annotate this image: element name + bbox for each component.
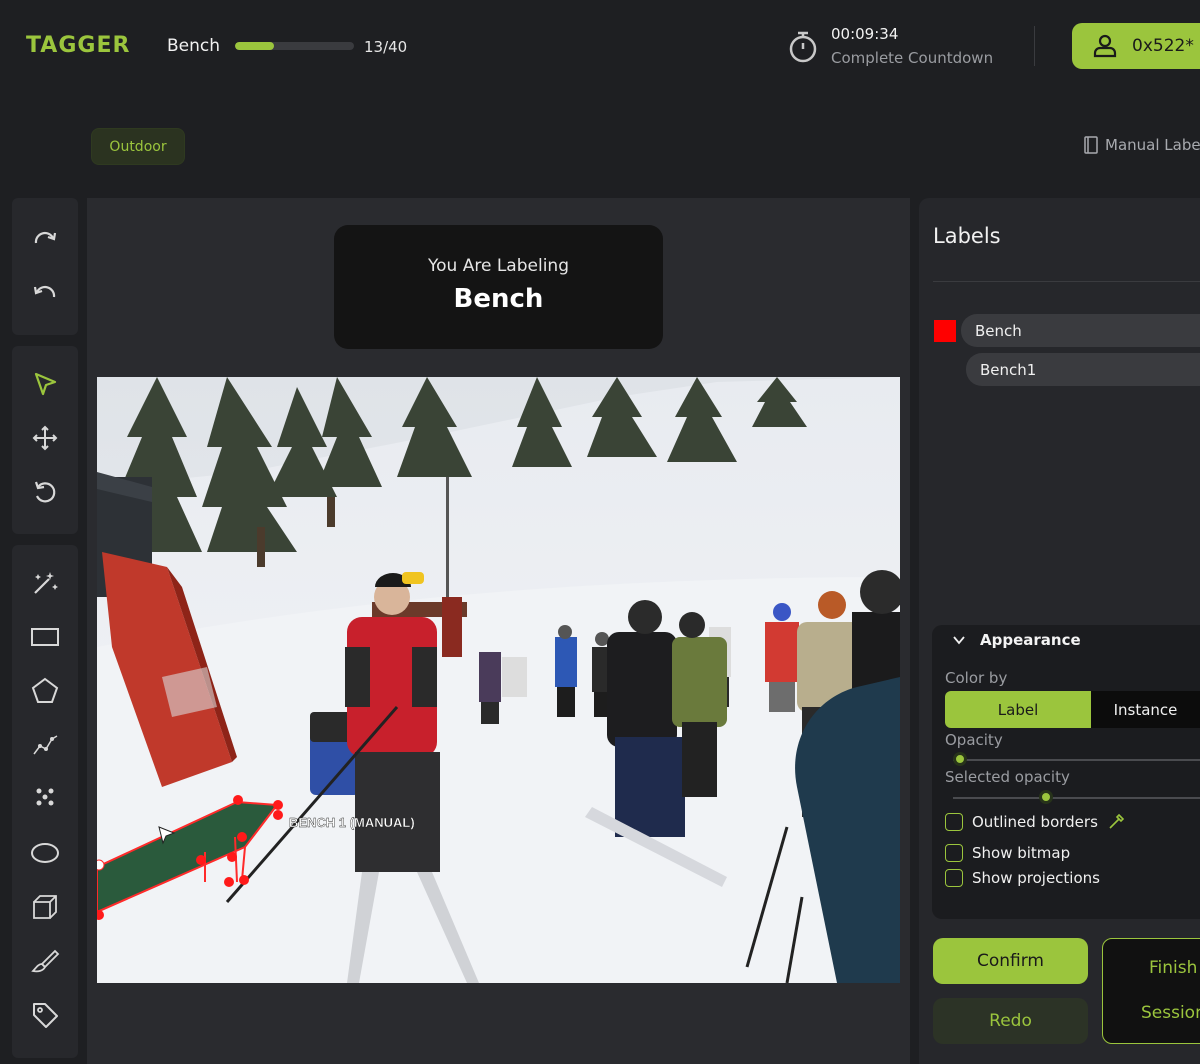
move-icon [32,425,58,451]
show-bitmap-checkbox[interactable] [945,844,963,862]
points-tool[interactable] [29,781,61,813]
opacity-slider[interactable] [953,759,1200,761]
brush-icon [31,949,60,973]
chevron-down-icon[interactable] [952,633,966,647]
appearance-title: Appearance [980,631,1081,649]
outlined-borders-option[interactable]: Outlined borders [945,813,1125,831]
polygon-tool[interactable] [29,675,61,707]
color-picker-icon[interactable] [1107,813,1125,831]
label-item-bench[interactable]: Bench [961,314,1200,347]
finish-label-line1: Finish [1149,958,1198,978]
project-name: Bench [167,36,221,56]
color-by-label-option[interactable]: Label [945,691,1091,728]
progress-bar [235,42,354,50]
progress-fill [235,42,274,50]
stopwatch-icon [789,31,817,63]
select-tools [12,346,78,534]
timer-value: 00:09:34 [831,25,899,43]
timer-label: Complete Countdown [831,49,994,67]
tag-icon [33,1003,58,1028]
magic-wand-tool[interactable] [29,567,61,599]
selected-opacity-slider[interactable] [953,797,1200,799]
redo-icon [34,231,57,244]
progress-count: 13/40 [364,38,408,56]
labeling-card: You Are Labeling Bench [334,225,663,349]
show-projections-option[interactable]: Show projections [945,869,1100,887]
ellipse-tool[interactable] [29,837,61,869]
label-color-swatch[interactable] [934,320,956,342]
rotate-tool[interactable] [29,476,61,508]
polyline-tool[interactable] [29,729,61,761]
select-tool[interactable] [29,368,61,400]
tag-tool[interactable] [29,999,61,1031]
points-icon [36,788,54,806]
move-tool[interactable] [29,422,61,454]
color-by-instance-option[interactable]: Instance [1091,691,1200,728]
manual-label-link[interactable]: Manual Label [1083,136,1200,154]
book-icon [1084,136,1098,154]
label-item-bench1[interactable]: Bench1 [966,353,1200,386]
polygon-icon [31,677,59,703]
undo-tool[interactable] [29,276,61,308]
confirm-button[interactable]: Confirm [933,938,1088,984]
labeling-name: Bench [453,284,544,314]
category-chip[interactable]: Outdoor [91,128,185,165]
draw-tools [12,545,78,1058]
rectangle-tool[interactable] [29,621,61,653]
redo-tool[interactable] [29,222,61,254]
color-by-label: Color by [945,669,1008,687]
labels-divider [933,281,1200,282]
magic-wand-icon [34,572,58,594]
finish-label-line2: Session [1141,1003,1200,1023]
manual-label-text: Manual Label [1105,136,1200,154]
annotation-label: BENCH 1 (MANUAL) [289,815,415,830]
app-logo: TAGGER [26,33,131,58]
outlined-borders-label: Outlined borders [972,813,1098,831]
rotate-icon [34,481,56,503]
user-icon [1093,34,1117,58]
undo-icon [33,285,56,298]
show-bitmap-label: Show bitmap [972,844,1071,862]
show-projections-checkbox[interactable] [945,869,963,887]
header-divider [1034,26,1035,66]
outlined-borders-checkbox[interactable] [945,813,963,831]
cuboid-tool[interactable] [29,891,61,923]
user-id: 0x522* [1132,36,1194,56]
select-arrow-icon [34,372,57,396]
show-projections-label: Show projections [972,869,1100,887]
brush-tool[interactable] [29,945,61,977]
rectangle-icon [31,628,59,646]
user-button[interactable]: 0x522* [1072,23,1200,69]
cuboid-icon [33,895,57,919]
opacity-slider-handle[interactable] [953,752,967,766]
ellipse-icon [31,843,59,863]
redo-button[interactable]: Redo [933,998,1088,1044]
history-tools [12,198,78,335]
selected-opacity-label: Selected opacity [945,768,1070,786]
ski-scene-image[interactable]: BENCH 1 (MANUAL) [97,377,900,983]
polyline-icon [33,735,58,755]
show-bitmap-option[interactable]: Show bitmap [945,844,1070,862]
finish-session-button[interactable]: Finish Session [1102,938,1200,1044]
opacity-label: Opacity [945,731,1003,749]
labeling-prefix: You Are Labeling [428,256,569,276]
labels-title: Labels [933,224,1001,248]
